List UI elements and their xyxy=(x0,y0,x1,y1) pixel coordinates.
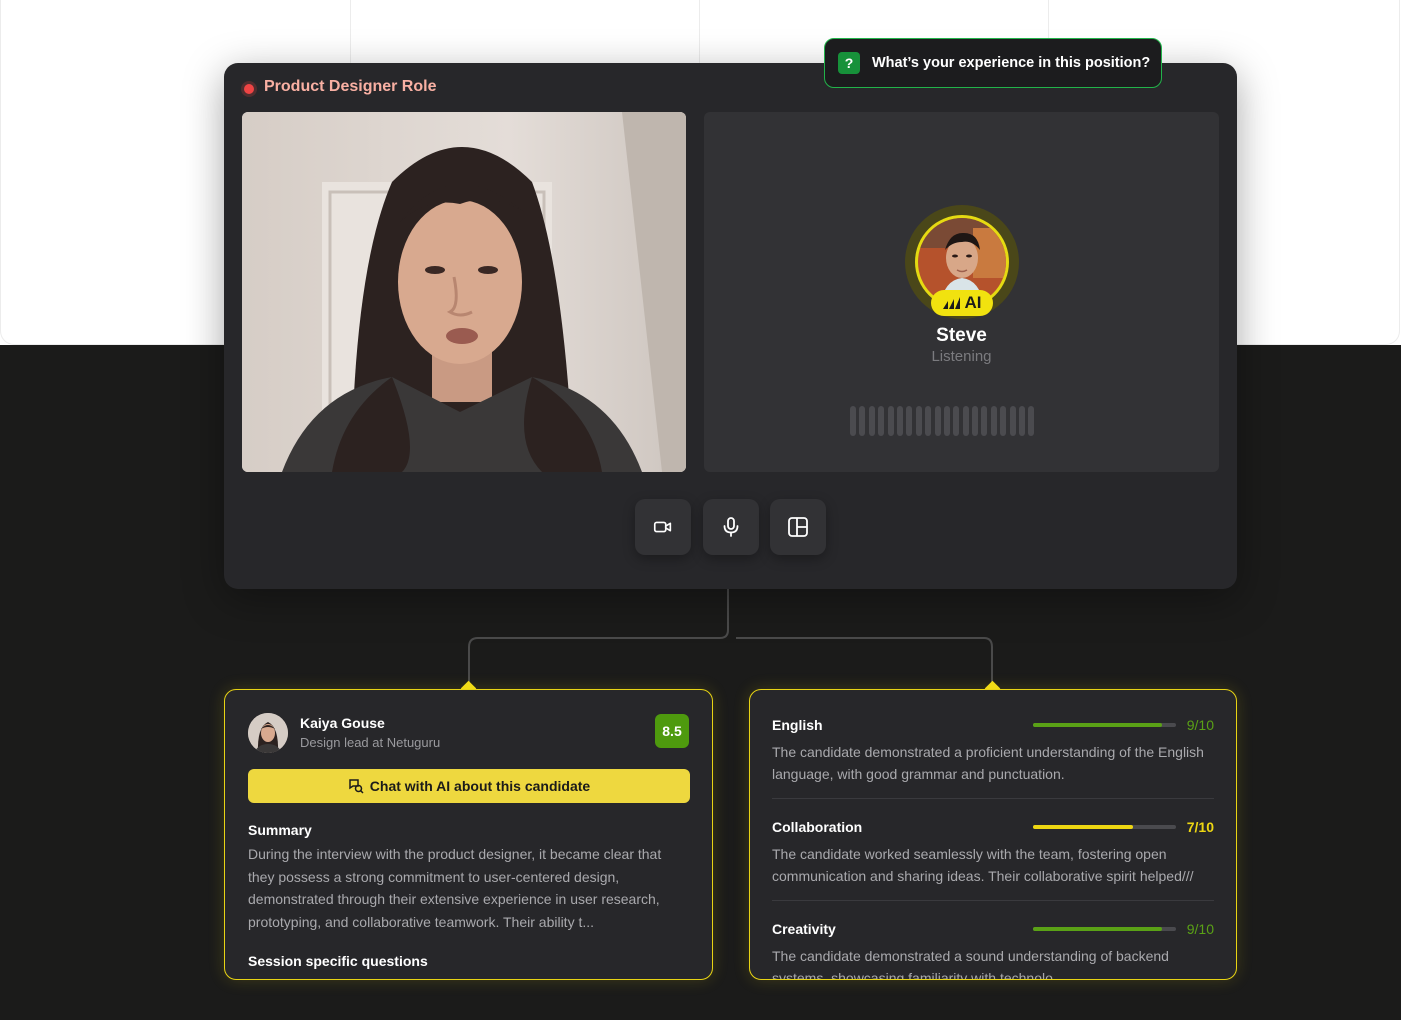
candidate-summary-card: Kaiya Gouse Design lead at Netuguru 8.5 … xyxy=(224,689,713,980)
skill-name: Collaboration xyxy=(772,819,863,835)
waveform-bar xyxy=(878,406,885,436)
question-bubble: ? What’s your experience in this positio… xyxy=(824,38,1162,88)
waveform-bar xyxy=(925,406,932,436)
waveform-bar xyxy=(906,406,913,436)
candidate-role: Design lead at Netuguru xyxy=(300,735,441,750)
skills-evaluation-card: English 9/10 The candidate demonstrated … xyxy=(749,689,1237,980)
waveform-bar xyxy=(915,406,922,436)
waveform-bar xyxy=(896,406,903,436)
audio-waveform xyxy=(850,406,1035,436)
skill-divider xyxy=(772,798,1214,799)
microphone-icon xyxy=(723,517,739,537)
skill-score: 9/10 xyxy=(1186,717,1214,733)
ai-interviewer-status: Listening xyxy=(931,348,992,365)
recording-indicator xyxy=(244,84,254,94)
ai-interviewer-name: Steve xyxy=(936,325,987,346)
waveform-bar xyxy=(990,406,997,436)
candidate-score-badge: 8.5 xyxy=(655,714,689,748)
skill-progress-fill xyxy=(1033,825,1134,829)
chat-with-ai-label: Chat with AI about this candidate xyxy=(369,778,591,794)
skill-description: The candidate demonstrated a proficient … xyxy=(772,744,1204,782)
candidate-avatar xyxy=(248,713,288,753)
candidate-name: Kaiya Gouse xyxy=(300,715,385,731)
waveform-bar xyxy=(972,406,979,436)
waveform-bar xyxy=(887,406,894,436)
question-text: What’s your experience in this position? xyxy=(872,55,1151,71)
chat-with-ai-button[interactable]: Chat with AI about this candidate xyxy=(248,769,690,803)
skill-name: Creativity xyxy=(772,921,836,937)
candidate-video xyxy=(242,112,686,472)
waveform-bar xyxy=(943,406,950,436)
skill-name: English xyxy=(772,717,823,733)
waveform-bar xyxy=(1028,406,1035,436)
summary-title: Summary xyxy=(248,822,312,838)
waveform-bar xyxy=(850,406,856,436)
chat-search-icon xyxy=(349,779,364,794)
session-questions-title: Session specific questions xyxy=(248,953,428,969)
skill-description: The candidate worked seamlessly with the… xyxy=(772,846,1194,884)
waveform-bar xyxy=(859,406,866,436)
waveform-bar xyxy=(981,406,988,436)
skill-description: The candidate demonstrated a sound under… xyxy=(772,948,1169,980)
session-title: Product Designer Role xyxy=(264,78,437,95)
video-camera-icon xyxy=(653,521,672,533)
skill-progress-bar xyxy=(1033,927,1176,931)
skill-progress-fill xyxy=(1033,927,1162,931)
skill-score: 7/10 xyxy=(1186,819,1214,835)
waveform-bar xyxy=(1019,406,1026,436)
microphone-button[interactable] xyxy=(703,499,759,555)
skill-divider xyxy=(772,900,1214,901)
question-icon: ? xyxy=(838,52,860,74)
waveform-bar xyxy=(962,406,969,436)
waveform-bar xyxy=(1009,406,1016,436)
layout-icon xyxy=(788,517,808,537)
skill-progress-fill xyxy=(1033,723,1162,727)
interview-window: Product Designer Role AI Steve Listening xyxy=(224,63,1237,589)
camera-button[interactable] xyxy=(635,499,691,555)
ai-badge: AI xyxy=(931,290,993,316)
waveform-bar xyxy=(934,406,941,436)
signal-bars-icon xyxy=(942,297,960,309)
waveform-bar xyxy=(868,406,875,436)
ai-badge-label: AI xyxy=(964,293,982,312)
candidate-video-frame xyxy=(242,112,686,472)
summary-text: During the interview with the product de… xyxy=(248,846,662,930)
candidate-avatar-photo xyxy=(248,713,288,753)
layout-button[interactable] xyxy=(770,499,826,555)
waveform-bar xyxy=(1000,406,1007,436)
ai-avatar-ring: AI xyxy=(905,205,1019,319)
skill-progress-bar xyxy=(1033,825,1176,829)
skill-score: 9/10 xyxy=(1186,921,1214,937)
skill-progress-bar xyxy=(1033,723,1176,727)
ai-interviewer-tile: AI Steve Listening xyxy=(704,112,1219,472)
waveform-bar xyxy=(953,406,960,436)
